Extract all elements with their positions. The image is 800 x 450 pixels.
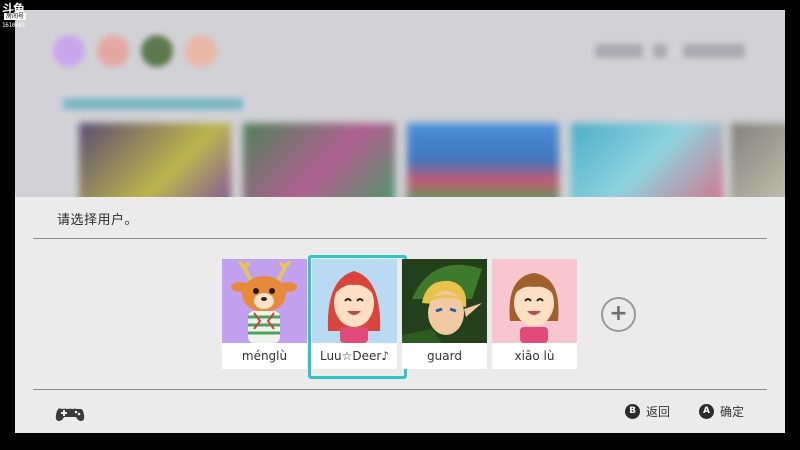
- deer-villager-avatar-icon: [222, 259, 307, 343]
- streamer-watermark: 斗鱼 房间号 1610681: [0, 0, 38, 32]
- link-green-cap-avatar-icon: [402, 259, 487, 343]
- user-name: Luu☆Deer♪: [319, 349, 390, 363]
- user-card-luudeer[interactable]: Luu☆Deer♪: [308, 255, 407, 379]
- status-placeholder: [683, 44, 745, 58]
- confirm-button[interactable]: A 确定: [699, 403, 744, 420]
- user-list: ménglù Luu☆Deer♪ guard xiāo lù: [222, 255, 578, 379]
- game-tile: [79, 123, 231, 197]
- watermark-room-number: 1610681: [2, 22, 26, 29]
- user-name: xiāo lù: [514, 349, 555, 363]
- mii-red-hair-avatar-icon: [312, 259, 397, 343]
- confirm-label: 确定: [720, 405, 745, 419]
- b-button-icon: B: [625, 404, 640, 419]
- add-user-button[interactable]: +: [601, 297, 636, 332]
- back-label: 返回: [646, 405, 671, 419]
- game-tile: [243, 123, 395, 197]
- back-button[interactable]: B 返回: [625, 403, 670, 420]
- user-card-guard[interactable]: guard: [402, 259, 487, 369]
- watermark-tag: 房间号: [4, 13, 27, 20]
- divider: [33, 238, 767, 239]
- mii-brown-hair-avatar-icon: [492, 259, 577, 343]
- user-name: guard: [427, 349, 462, 363]
- user-name: ménglù: [241, 349, 288, 363]
- divider: [33, 389, 767, 390]
- user-bubble-icon: [141, 35, 173, 67]
- a-button-icon: A: [699, 404, 714, 419]
- game-tile: [731, 123, 785, 197]
- game-tile: [571, 123, 723, 197]
- status-placeholder: [653, 44, 667, 58]
- controller-icon[interactable]: [55, 403, 85, 423]
- game-tile: [407, 123, 559, 197]
- dialog-prompt: 请选择用户。: [57, 213, 139, 228]
- home-menu-background: [15, 10, 785, 197]
- user-card-xiaolu[interactable]: xiāo lù: [492, 259, 577, 369]
- game-title-placeholder: [63, 98, 243, 110]
- select-user-dialog: 请选择用户。 ménglù Luu☆Deer♪ guard xiāo lù + …: [15, 197, 785, 433]
- user-card-menglu[interactable]: ménglù: [222, 259, 307, 369]
- clock-placeholder: [595, 44, 643, 58]
- user-bubble-icon: [53, 35, 85, 67]
- plus-icon: +: [609, 301, 628, 326]
- user-bubble-icon: [97, 35, 129, 67]
- user-bubble-icon: [185, 35, 217, 67]
